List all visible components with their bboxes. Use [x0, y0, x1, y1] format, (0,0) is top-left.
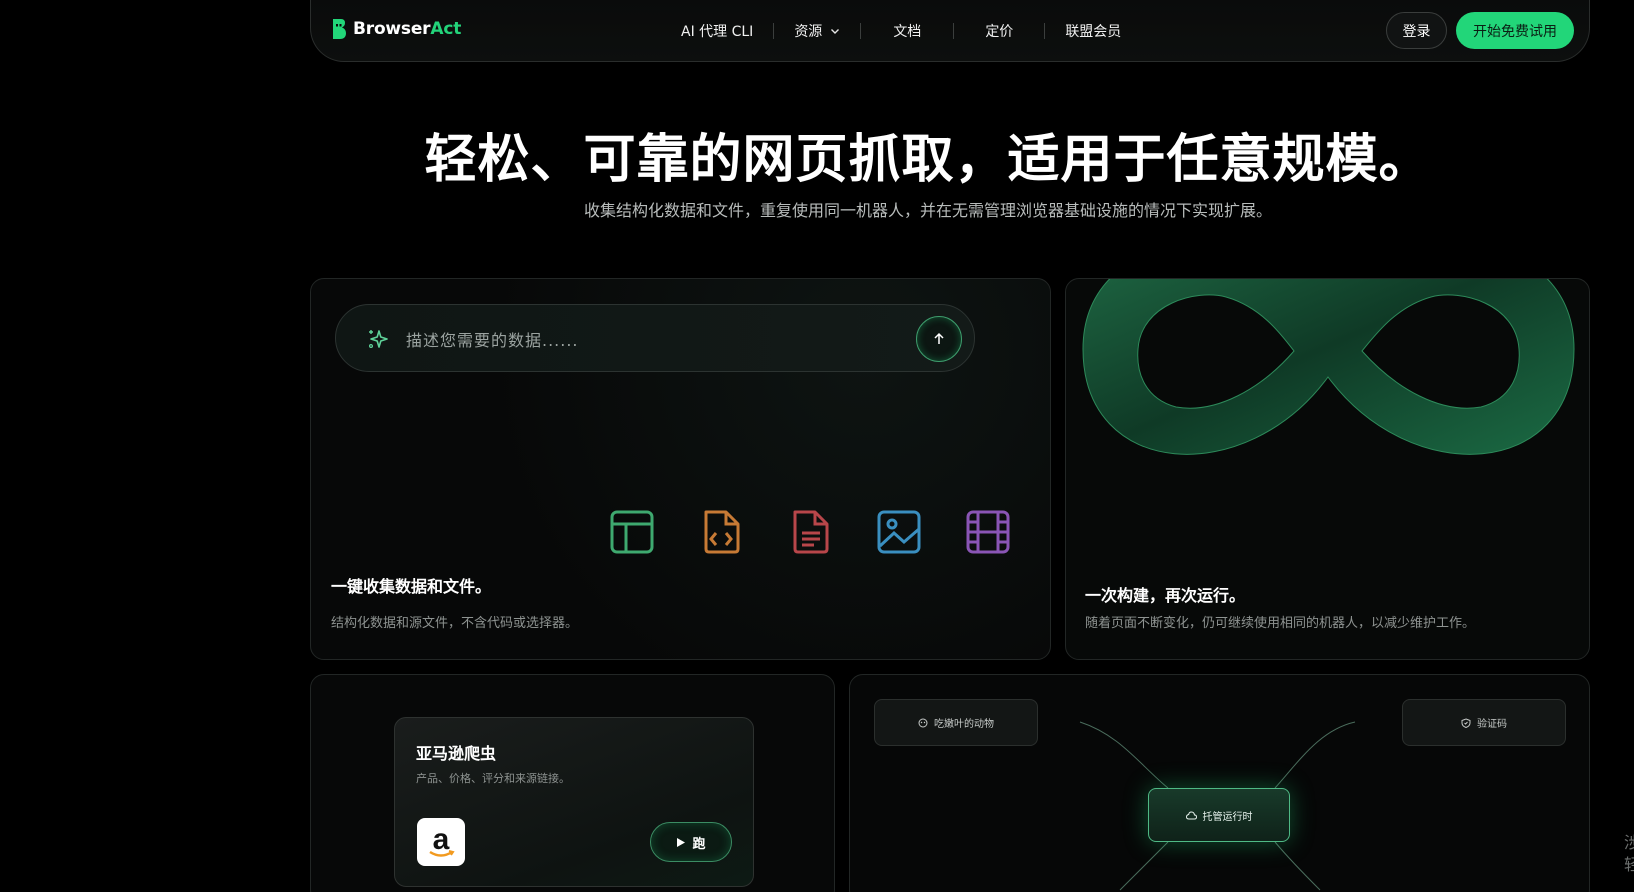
tag-captcha: 验证码 [1402, 699, 1566, 746]
hero-title: 轻松、可靠的网页抓取，适用于任意规模。 [424, 130, 1432, 190]
table-icon [610, 510, 654, 554]
nav-item-pricing[interactable]: 定价 [954, 22, 1044, 40]
code-file-icon [704, 510, 740, 554]
brand-name-suffix: Act [430, 19, 462, 39]
video-icon [966, 510, 1010, 554]
nav-item-ai-cli[interactable]: AI 代理 CLI [661, 22, 773, 40]
brand-name-prefix: Browser [353, 19, 431, 39]
managed-runtime-hub: 托管运行时 [1148, 788, 1290, 842]
feature-card-managed-runtime: 吃嫩叶的动物 验证码 托管运行时 [849, 674, 1590, 892]
clipped-side-text-line: 轻 [1624, 855, 1634, 874]
tag-captcha-label: 验证码 [1477, 719, 1507, 730]
login-button[interactable]: 登录 [1386, 12, 1447, 49]
amazon-scraper-card[interactable]: 亚马逊爬虫 产品、价格、评分和来源链接。 a 跑 [394, 717, 754, 887]
chevron-down-icon [831, 29, 840, 34]
main-nav: AI 代理 CLI 资源 文档 定价 联盟会员 [661, 0, 1141, 62]
browseract-logo-icon [333, 19, 346, 39]
card-desc-collect: 结构化数据和源文件，不含代码或选择器。 [331, 616, 579, 631]
arrow-up-icon [934, 332, 944, 344]
amazon-scraper-desc: 产品、价格、评分和来源链接。 [416, 772, 570, 785]
tag-bot-detection: 吃嫩叶的动物 [874, 699, 1038, 746]
play-icon [677, 837, 686, 847]
file-type-icons [609, 509, 1011, 555]
search-placeholder: 描述您需要的数据...... [406, 331, 579, 350]
run-label: 跑 [692, 836, 706, 852]
nav-item-resources-label: 资源 [794, 24, 823, 40]
feature-card-templates: 亚马逊爬虫 产品、价格、评分和来源链接。 a 跑 [310, 674, 835, 892]
nav-item-docs[interactable]: 文档 [861, 22, 953, 40]
svg-text:a: a [433, 823, 450, 856]
clipped-side-text-line: 涉 [1624, 833, 1634, 852]
card-title-collect: 一键收集数据和文件。 [331, 577, 492, 596]
run-button[interactable]: 跑 [650, 822, 732, 862]
cloud-icon [1185, 810, 1197, 819]
image-icon [877, 510, 921, 554]
browseract-logo[interactable]: BrowserAct [331, 18, 461, 40]
card-title-build-once: 一次构建，再次运行。 [1085, 586, 1246, 605]
nav-item-affiliate[interactable]: 联盟会员 [1045, 22, 1141, 40]
send-button[interactable] [916, 316, 962, 362]
card-desc-build-once: 随着页面不断变化，仍可继续使用相同的机器人，以减少维护工作。 [1085, 616, 1476, 631]
top-navbar: BrowserAct AI 代理 CLI 资源 文档 定价 联盟会员 登录 开始… [310, 0, 1590, 62]
clipped-side-text: 涉 轻 [1624, 832, 1634, 876]
start-free-trial-button[interactable]: 开始免费试用 [1456, 12, 1574, 49]
feature-card-build-once: 一次构建，再次运行。 随着页面不断变化，仍可继续使用相同的机器人，以减少维护工作… [1065, 278, 1590, 660]
hero-subtitle: 收集结构化数据和文件，重复使用同一机器人，并在无需管理浏览器基础设施的情况下实现… [583, 201, 1272, 220]
shield-icon [1461, 717, 1471, 728]
data-description-input[interactable]: 描述您需要的数据...... [335, 304, 975, 372]
amazon-scraper-title: 亚马逊爬虫 [416, 744, 497, 763]
feature-card-collect: 描述您需要的数据...... 一键收集数据和文件。 结构化数据和源文件，不含代码… [310, 278, 1051, 660]
document-icon [793, 510, 829, 554]
bot-icon [918, 718, 928, 727]
sparkle-icon [368, 330, 388, 349]
amazon-logo-icon: a [417, 818, 465, 866]
tag-bot-detection-label: 吃嫩叶的动物 [934, 719, 994, 730]
nav-item-resources[interactable]: 资源 [774, 22, 860, 40]
managed-runtime-label: 托管运行时 [1202, 811, 1253, 823]
infinity-icon [1082, 279, 1575, 455]
